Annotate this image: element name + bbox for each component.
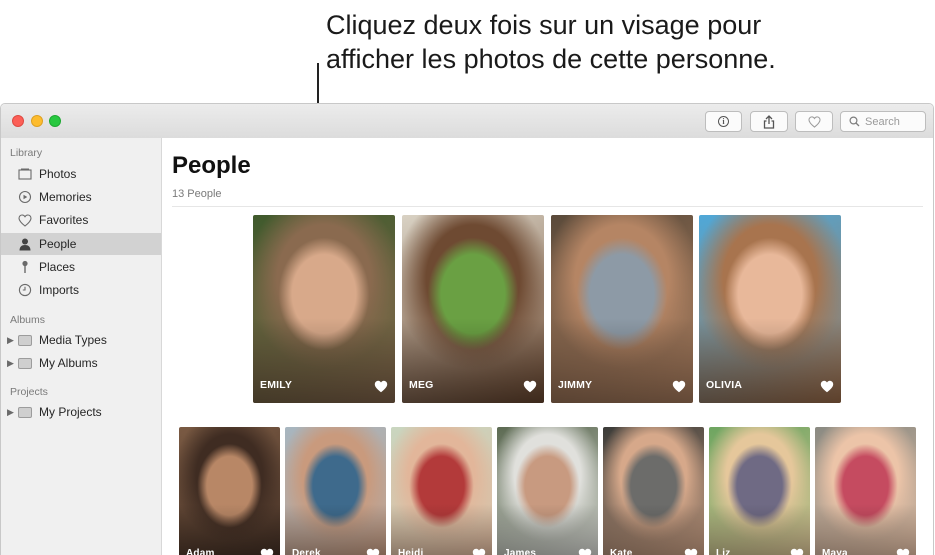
share-icon [763,114,775,129]
heart-icon[interactable] [472,548,486,555]
disclosure-triangle-icon[interactable]: ▶ [7,358,14,369]
person-tile-adam[interactable]: Adam [179,427,280,555]
memories-icon [17,189,33,205]
sidebar-item-label: Favorites [39,213,89,227]
people-count: 13 People [172,188,222,200]
heart-icon [17,212,33,228]
section-projects: Projects [10,386,48,398]
person-name: Adam [186,548,215,555]
heart-icon[interactable] [578,548,592,555]
sidebar-item-memories[interactable]: Memories [1,186,161,208]
person-tile-emily[interactable]: EMILY [253,215,395,403]
sidebar-item-label: My Projects [39,405,102,419]
sidebar-item-label: Media Types [39,333,107,347]
favorite-button[interactable] [795,111,833,132]
heart-icon[interactable] [366,548,380,555]
title-bar: i Search [1,104,933,139]
sidebar-item-label: Photos [39,167,77,181]
sidebar-item-photos[interactable]: Photos [1,163,161,185]
person-tile-jimmy[interactable]: JIMMY [551,215,693,403]
person-tile-olivia[interactable]: OLIVIA [699,215,841,403]
heart-icon[interactable] [896,548,910,555]
person-name: Heidi [398,548,424,555]
heart-icon[interactable] [684,548,698,555]
clock-icon [17,282,33,298]
people-view: People 13 People EMILY MEG JIMMY OLIVIA Adam… [162,138,933,555]
person-name: Derek [292,548,321,555]
person-tile-kate[interactable]: Kate [603,427,704,555]
person-name: Liz [716,548,731,555]
person-tile-meg[interactable]: MEG [402,215,544,403]
folder-icon [17,332,33,348]
divider [172,206,923,207]
sidebar-item-label: Memories [39,190,92,204]
info-icon: i [718,116,729,127]
section-albums: Albums [10,314,46,326]
instruction-callout: Cliquez deux fois sur un visage pour aff… [326,8,886,76]
heart-icon[interactable] [374,380,388,393]
heart-icon[interactable] [523,380,537,393]
person-tile-liz[interactable]: Liz [709,427,810,555]
zoom-window-button[interactable] [49,115,61,127]
person-name: MEG [409,379,434,391]
sidebar-item-people[interactable]: People [1,233,161,255]
search-placeholder: Search [865,115,900,128]
person-name: JIMMY [558,379,593,391]
disclosure-triangle-icon[interactable]: ▶ [7,335,14,346]
person-name: EMILY [260,379,293,391]
sidebar-item-favorites[interactable]: Favorites [1,209,161,231]
person-icon [17,236,33,252]
person-tile-derek[interactable]: Derek [285,427,386,555]
heart-icon[interactable] [820,380,834,393]
sidebar-item-label: My Albums [39,356,98,370]
close-window-button[interactable] [12,115,24,127]
person-tile-heidi[interactable]: Heidi [391,427,492,555]
share-button[interactable] [750,111,788,132]
sidebar-item-label: Imports [39,283,80,297]
sidebar-item-my-projects[interactable]: ▶ My Projects [1,401,161,423]
pin-icon [17,259,33,275]
heart-icon[interactable] [260,548,274,555]
sidebar-item-imports[interactable]: Imports [1,279,161,301]
sidebar: Library Photos Memories Favorites People [1,138,162,555]
callout-line-1: Cliquez deux fois sur un visage pour [326,10,762,40]
info-button[interactable]: i [705,111,742,132]
photos-icon [17,166,33,182]
page-title: People [172,152,251,179]
sidebar-item-label: People [39,237,77,251]
folder-icon [17,404,33,420]
heart-icon[interactable] [790,548,804,555]
person-name: Kate [610,548,633,555]
search-icon [849,116,860,127]
sidebar-item-label: Places [39,260,76,274]
folder-icon [17,355,33,371]
photos-window: i Search Library Photos Memories Favorit… [0,103,934,555]
person-tile-maya[interactable]: Maya [815,427,916,555]
sidebar-item-places[interactable]: Places [1,256,161,278]
callout-line-2: afficher les photos de cette personne. [326,44,776,74]
heart-icon [807,115,821,128]
person-tile-james[interactable]: James [497,427,598,555]
person-name: James [504,548,537,555]
minimize-window-button[interactable] [31,115,43,127]
disclosure-triangle-icon[interactable]: ▶ [7,407,14,418]
person-name: OLIVIA [706,379,743,391]
search-field[interactable]: Search [840,111,926,132]
section-library: Library [10,147,43,159]
sidebar-item-my-albums[interactable]: ▶ My Albums [1,352,161,374]
sidebar-item-media-types[interactable]: ▶ Media Types [1,329,161,351]
person-name: Maya [822,548,848,555]
heart-icon[interactable] [672,380,686,393]
